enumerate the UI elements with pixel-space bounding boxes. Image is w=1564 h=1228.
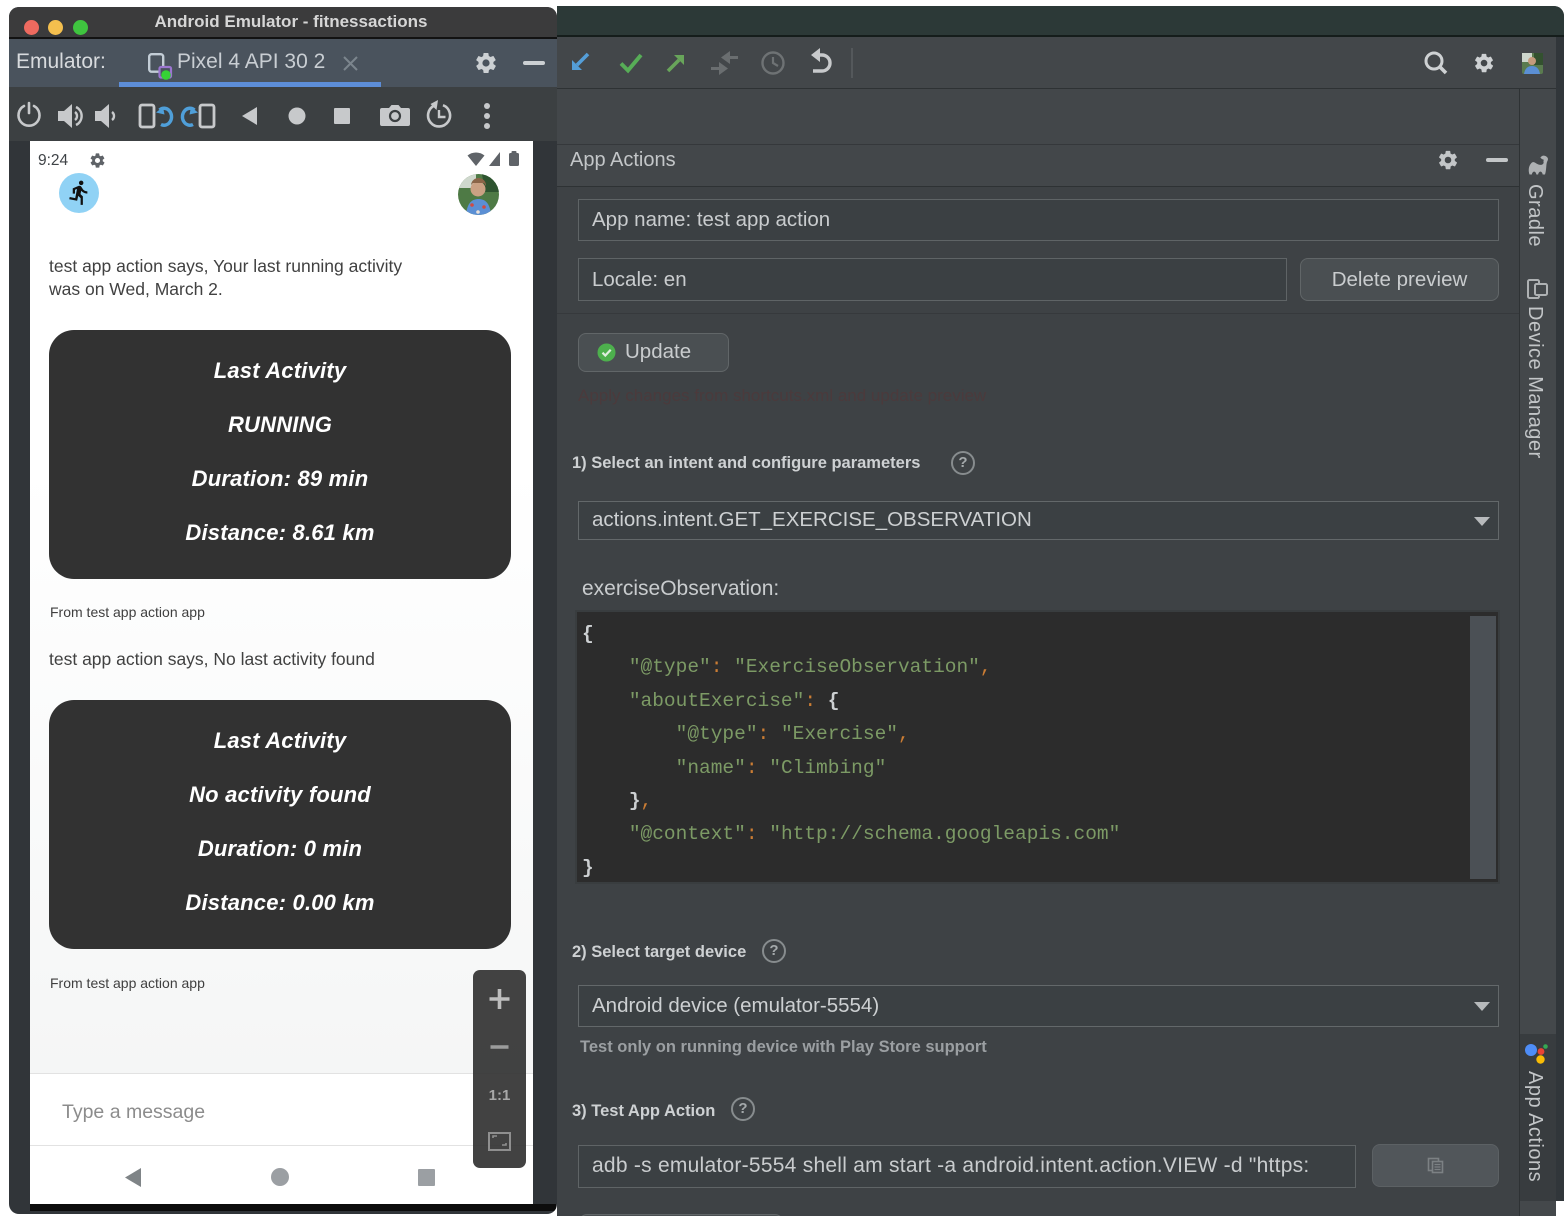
svg-text:1:1: 1:1 — [489, 1087, 511, 1104]
